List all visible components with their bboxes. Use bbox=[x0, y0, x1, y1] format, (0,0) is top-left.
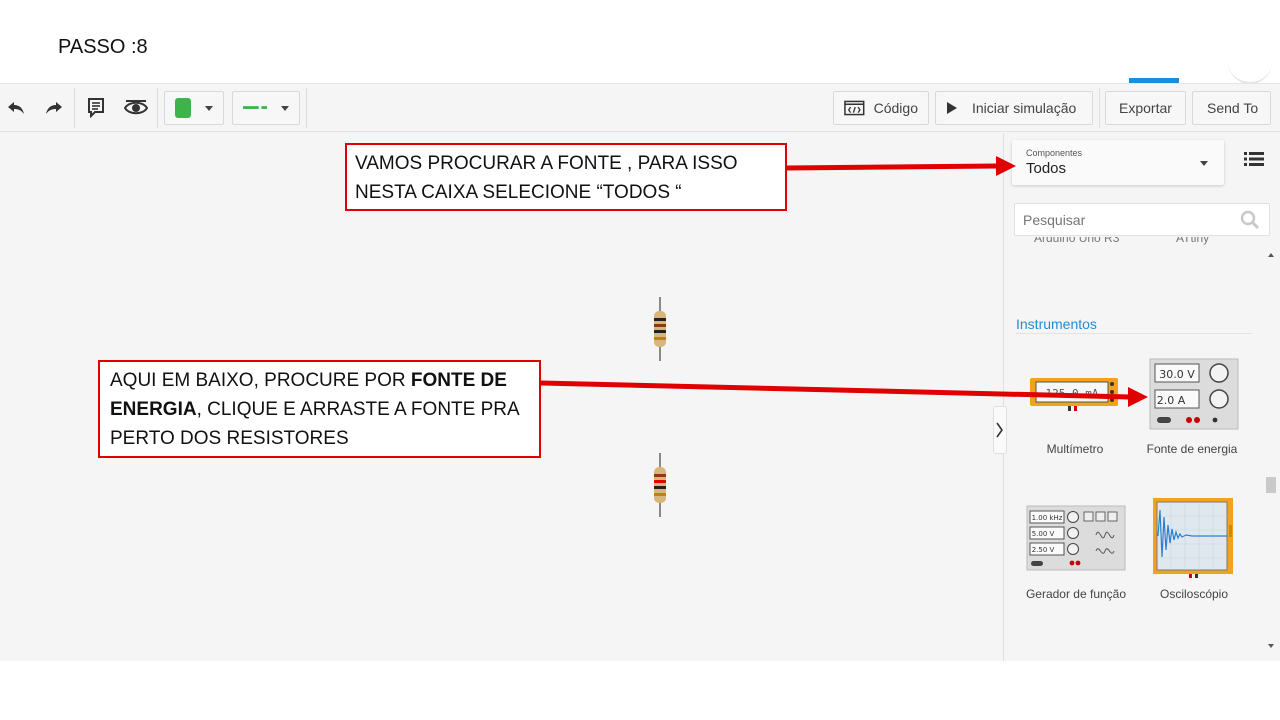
chevron-down-icon bbox=[205, 105, 213, 111]
search-icon[interactable] bbox=[1240, 210, 1260, 235]
component-multimeter[interactable]: 125.0 mA bbox=[1022, 358, 1122, 428]
annotation-1-line-2: NESTA CAIXA SELECIONE “TODOS “ bbox=[355, 182, 682, 203]
function-generator-offset: 2.50 V bbox=[1032, 546, 1055, 554]
send-to-button[interactable]: Send To bbox=[1192, 91, 1271, 125]
power-supply-current: 2.0 A bbox=[1157, 394, 1186, 407]
section-divider bbox=[1016, 333, 1252, 334]
code-button-label: Código bbox=[873, 100, 918, 116]
function-generator-frequency: 1.00 kHz bbox=[1032, 514, 1063, 522]
multimeter-icon: 125.0 mA bbox=[1030, 378, 1118, 411]
annotation-1-line-1: VAMOS PROCURAR A FONTE , PARA ISSO bbox=[355, 153, 738, 174]
components-dropdown[interactable]: Componentes Todos bbox=[1012, 140, 1224, 185]
annotation-find-power-supply: AQUI EM BAIXO, PROCURE POR FONTE DE ENER… bbox=[98, 360, 541, 458]
power-supply-voltage: 30.0 V bbox=[1159, 368, 1195, 381]
power-supply-icon: 30.0 V 2.0 A bbox=[1149, 358, 1239, 430]
function-generator-amplitude: 5.00 V bbox=[1032, 530, 1055, 538]
previous-section-labels: Arduino Uno R3 ATtiny bbox=[1004, 237, 1254, 253]
start-simulation-label: Iniciar simulação bbox=[972, 100, 1077, 116]
chevron-right-icon bbox=[996, 422, 1003, 438]
code-button[interactable]: Código bbox=[833, 91, 929, 125]
notes-icon[interactable] bbox=[84, 96, 108, 120]
toolbar: Código Iniciar simulação Exportar Send T… bbox=[0, 84, 1280, 132]
annotation-2-text-2: , CLIQUE E ARRASTE A FONTE PRA bbox=[196, 399, 520, 420]
component-label-oscilloscope: Osciloscópio bbox=[1159, 587, 1229, 601]
slide: PASSO :8 Código Iniciar simulação Export… bbox=[0, 0, 1280, 720]
annotation-2-bold-2: ENERGIA bbox=[110, 399, 197, 420]
search-input[interactable] bbox=[1014, 203, 1270, 236]
redo-icon[interactable] bbox=[42, 96, 66, 120]
component-label-power-supply: Fonte de energia bbox=[1146, 442, 1238, 456]
export-button-label: Exportar bbox=[1119, 100, 1172, 116]
chevron-down-icon bbox=[281, 105, 289, 111]
multimeter-display: 125.0 mA bbox=[1046, 387, 1099, 400]
collapse-panel-button[interactable] bbox=[993, 406, 1007, 454]
chevron-down-icon bbox=[1200, 161, 1208, 166]
function-generator-icon: 1.00 kHz 5.00 V 2.50 V bbox=[1026, 505, 1126, 571]
oscilloscope-icon bbox=[1153, 498, 1233, 578]
annotation-2-bold-1: FONTE DE bbox=[410, 370, 507, 391]
start-simulation-button[interactable]: Iniciar simulação bbox=[935, 91, 1093, 125]
scroll-down-icon[interactable] bbox=[1268, 644, 1274, 648]
send-to-label: Send To bbox=[1207, 100, 1259, 116]
wire-style-picker[interactable] bbox=[232, 91, 300, 125]
component-function-generator[interactable]: 1.00 kHz 5.00 V 2.50 V bbox=[1026, 505, 1126, 571]
component-oscilloscope[interactable] bbox=[1152, 495, 1236, 579]
code-icon bbox=[844, 100, 865, 116]
component-label-arduino: Arduino Uno R3 bbox=[1034, 237, 1120, 245]
component-label-function-generator: Gerador de função bbox=[1025, 587, 1127, 601]
color-swatch bbox=[175, 98, 191, 118]
resistor-2[interactable] bbox=[652, 453, 668, 517]
color-picker[interactable] bbox=[164, 91, 224, 125]
list-view-icon[interactable] bbox=[1244, 151, 1264, 172]
play-icon bbox=[947, 102, 957, 114]
scrollbar-thumb[interactable] bbox=[1266, 477, 1276, 493]
eye-icon[interactable] bbox=[122, 96, 150, 120]
component-label-multimeter: Multímetro bbox=[1046, 442, 1104, 456]
component-label-attiny: ATtiny bbox=[1176, 237, 1210, 245]
resistor-1[interactable] bbox=[652, 297, 668, 361]
components-panel: Componentes Todos Arduino Uno R3 ATtiny … bbox=[1003, 133, 1280, 661]
export-button[interactable]: Exportar bbox=[1105, 91, 1186, 125]
annotation-select-all: VAMOS PROCURAR A FONTE , PARA ISSO NESTA… bbox=[345, 143, 787, 211]
scroll-up-icon[interactable] bbox=[1268, 253, 1274, 257]
undo-icon[interactable] bbox=[4, 96, 28, 120]
wire-line-icon bbox=[243, 106, 267, 109]
components-caption: Componentes bbox=[1026, 148, 1083, 158]
component-power-supply[interactable]: 30.0 V 2.0 A bbox=[1149, 356, 1241, 432]
avatar[interactable] bbox=[1228, 60, 1272, 84]
slide-title: PASSO :8 bbox=[58, 36, 148, 58]
annotation-2-line-3: PERTO DOS RESISTORES bbox=[110, 428, 349, 449]
components-value: Todos bbox=[1026, 160, 1067, 177]
annotation-2-text-1: AQUI EM BAIXO, PROCURE POR bbox=[110, 370, 411, 391]
section-title-instruments: Instrumentos bbox=[1016, 316, 1097, 332]
